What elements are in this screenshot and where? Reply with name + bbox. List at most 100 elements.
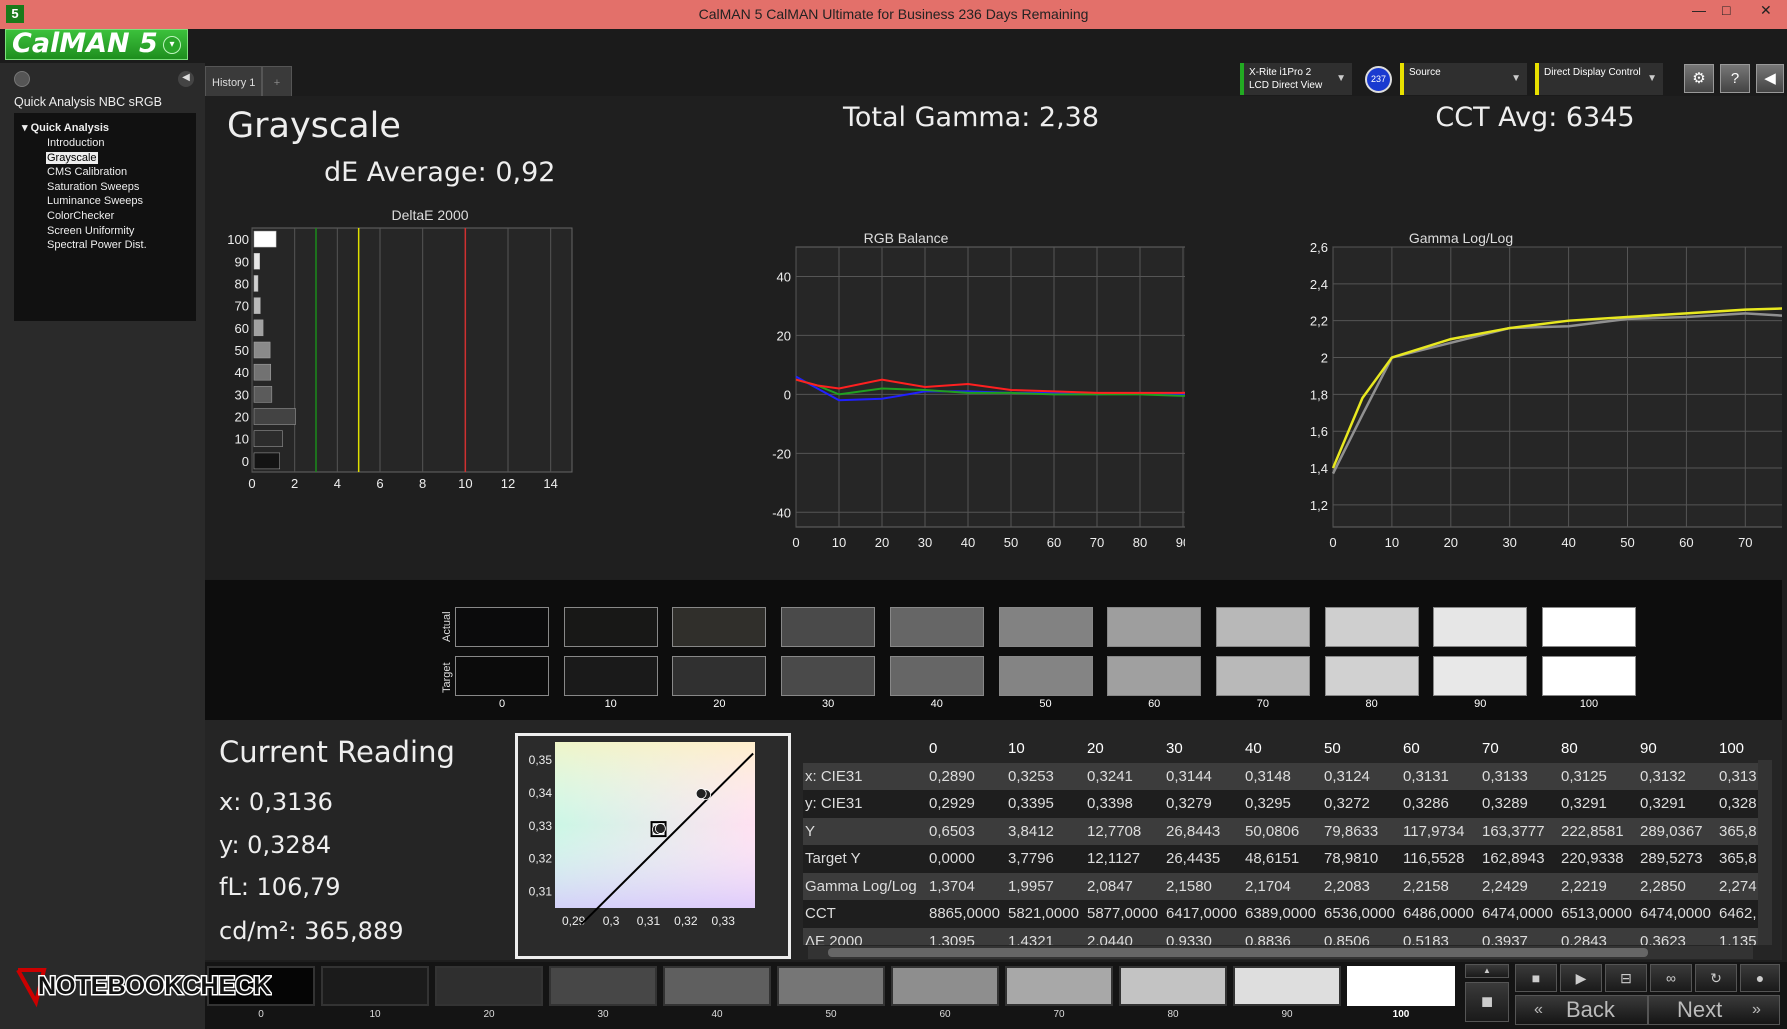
record-button[interactable]: ● [1740, 964, 1780, 992]
table-cell: 0,2929 [927, 790, 1006, 818]
add-tab-button[interactable]: + [262, 66, 292, 96]
patch-button-90[interactable] [1233, 966, 1341, 1006]
x-tick-label: 10 [1385, 535, 1399, 550]
meter-status-badge[interactable]: 237 [1365, 66, 1392, 93]
workflow-options-button[interactable] [14, 71, 30, 87]
row-label: Target Y [803, 845, 927, 873]
tree-item-cms-calibration[interactable]: CMS Calibration [22, 165, 196, 180]
swatch-label: 50 [1039, 698, 1052, 710]
table-cell: 0,3124 [1322, 762, 1401, 790]
scrollbar-thumb[interactable] [828, 948, 1648, 957]
tree-item-screen-uniformity[interactable]: Screen Uniformity [22, 224, 196, 239]
x-tick-label: 40 [961, 535, 975, 550]
stop-all-button[interactable]: ■ [1465, 982, 1509, 1022]
tab-history-1[interactable]: History 1 [205, 66, 263, 96]
tree-item-colorchecker[interactable]: ColorChecker [22, 209, 196, 224]
tree-item-introduction[interactable]: Introduction [22, 136, 196, 151]
table-cell: 0,8506 [1322, 927, 1401, 945]
patch-button-80[interactable] [1119, 966, 1227, 1006]
settings-button[interactable]: ⚙ [1684, 64, 1714, 93]
reading-fl: fL: 106,79 [219, 873, 341, 901]
patch-button-30[interactable] [549, 966, 657, 1006]
help-button[interactable]: ? [1720, 64, 1750, 93]
target-swatch [889, 656, 984, 696]
tree-item-luminance-sweeps[interactable]: Luminance Sweeps [22, 194, 196, 209]
close-button[interactable]: ✕ [1760, 2, 1772, 19]
table-cell: 0,328 [1717, 790, 1758, 818]
chevron-down-icon[interactable]: ▾ [163, 36, 181, 54]
table-cell: 0,3272 [1322, 790, 1401, 818]
maximize-button[interactable]: □ [1722, 2, 1730, 18]
patch-label: 0 [258, 1009, 264, 1020]
y-tick-label: -20 [772, 446, 791, 461]
table-cell: 0,2843 [1559, 927, 1638, 945]
tree-root[interactable]: ▾ Quick Analysis [22, 121, 196, 134]
source-selector[interactable]: Source ▼ [1400, 63, 1527, 95]
table-cell: 0,0000 [927, 845, 1006, 873]
actual-swatch [1542, 607, 1636, 647]
cie-chart: 0,29 0,3 0,31 0,32 0,33 0,35 0,34 0,33 0,32 0,31 [529, 742, 755, 928]
chevron-left-icon: ◀ [1764, 70, 1776, 87]
row-label: Gamma Log/Log [803, 872, 927, 900]
calman-logo-button[interactable]: CalMAN 5 ▾ [5, 29, 188, 60]
swatch-label: 40 [930, 698, 943, 710]
table-cell: 163,3777 [1480, 817, 1559, 845]
plot-area [1332, 246, 1782, 528]
table-cell: 5877,0000 [1085, 900, 1164, 928]
vertical-scrollbar[interactable] [1758, 760, 1772, 945]
patch-button-10[interactable] [321, 966, 429, 1006]
workflow-panel: ◀ Quick Analysis NBC sRGB ▾ Quick Analys… [0, 63, 205, 1029]
table-cell: 2,2429 [1480, 872, 1559, 900]
table-cell: 5821,0000 [1006, 900, 1085, 928]
tree-item-saturation-sweeps[interactable]: Saturation Sweeps [22, 180, 196, 195]
table-cell: 0,3131 [1401, 762, 1480, 790]
table-cell: 0,3125 [1559, 762, 1638, 790]
minimize-button[interactable]: — [1692, 2, 1706, 18]
x-tick-label: 0 [1329, 535, 1336, 550]
horizontal-scrollbar[interactable] [808, 946, 1753, 959]
display-selector[interactable]: Direct Display Control ▼ [1535, 63, 1663, 95]
table-cell: 1,135 [1717, 927, 1758, 945]
data-table: 0 10 20 30 40 50 60 70 80 90 100 x: CIE31 0,2890 0,32… [803, 735, 1758, 945]
table-cell: 117,9734 [1401, 817, 1480, 845]
x-tick-label: 0 [792, 535, 799, 550]
x-tick-label: 30 [918, 535, 932, 550]
target-swatch [455, 656, 549, 696]
table-cell: 0,3395 [1006, 790, 1085, 818]
meter-selector[interactable]: X-Rite i1Pro 2 LCD Direct View ▼ [1240, 63, 1352, 95]
table-row: Gamma Log/Log 1,3704 1,9957 2,0847 2,1580 2,1… [803, 872, 1758, 900]
refresh-button[interactable]: ↻ [1695, 964, 1737, 992]
y-tick-label: 40 [235, 365, 249, 380]
column-header: 60 [1403, 740, 1420, 758]
next-button[interactable]: Next » [1648, 995, 1780, 1025]
collapse-panel-button[interactable]: ◀ [178, 71, 194, 87]
continuous-button[interactable]: ∞ [1650, 964, 1692, 992]
y-tick-label: 60 [235, 321, 249, 336]
chevron-down-icon: ▼ [1511, 73, 1521, 84]
patch-button-70[interactable] [1005, 966, 1113, 1006]
table-cell: 1,3095 [927, 927, 1006, 945]
patch-button-60[interactable] [891, 966, 999, 1006]
actual-swatch [998, 607, 1093, 647]
stop-button[interactable]: ■ [1515, 964, 1557, 992]
table-cell: 26,4435 [1164, 845, 1243, 873]
tree-item-grayscale[interactable]: Grayscale [22, 151, 196, 166]
back-button[interactable]: « Back [1515, 995, 1648, 1025]
stop-icon: ■ [1531, 970, 1541, 986]
collapse-right-button[interactable]: ◀ [1756, 64, 1784, 93]
up-button[interactable]: ▲ [1465, 964, 1509, 978]
patch-button-40[interactable] [663, 966, 771, 1006]
patch-button-50[interactable] [777, 966, 885, 1006]
y-tick-label: 70 [235, 299, 249, 314]
table-cell: 0,3398 [1085, 790, 1164, 818]
play-button[interactable]: ▶ [1560, 964, 1602, 992]
y-tick-label: 0,35 [529, 753, 553, 767]
table-cell: 1,9957 [1006, 872, 1085, 900]
patch-label: 80 [1167, 1009, 1179, 1020]
patch-button-100[interactable] [1347, 966, 1455, 1006]
read-series-button[interactable]: ⊟ [1605, 964, 1647, 992]
patch-button-20[interactable] [435, 966, 543, 1006]
measurement-table: 0 10 20 30 40 50 60 70 80 90 100 x: CIE31 0,2890 0,32… [803, 735, 1758, 945]
patch-label: 70 [1053, 1009, 1065, 1020]
tree-item-spectral-power[interactable]: Spectral Power Dist. [22, 238, 196, 253]
